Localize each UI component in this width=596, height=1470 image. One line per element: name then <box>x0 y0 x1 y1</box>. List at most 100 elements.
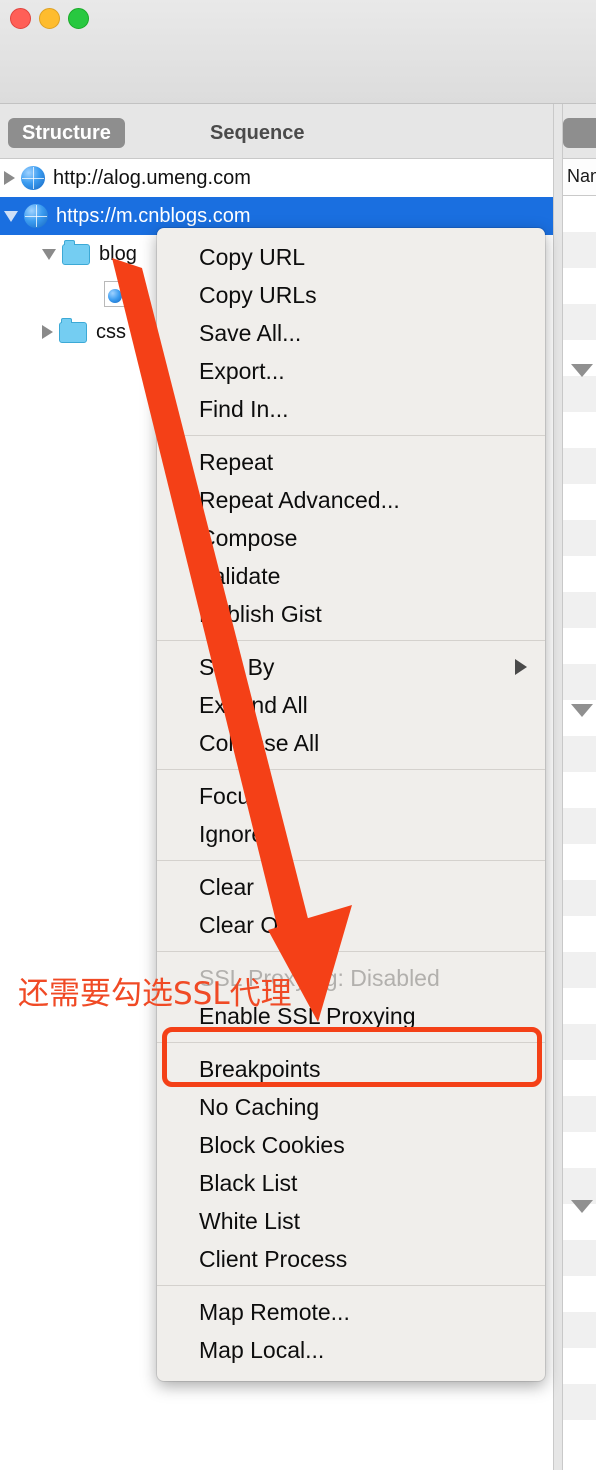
table-row[interactable] <box>563 196 596 232</box>
panel-splitter[interactable] <box>553 104 563 1470</box>
menu-separator <box>157 769 545 770</box>
menu-separator <box>157 435 545 436</box>
menu-item-focus[interactable]: Focus <box>157 777 545 815</box>
detail-list-panel: Nam <box>563 159 596 1470</box>
menu-item-block-cookies[interactable]: Block Cookies <box>157 1126 545 1164</box>
table-row[interactable] <box>563 1168 596 1204</box>
menu-item-ssl-proxying-status: SSL Proxying: Disabled <box>199 965 440 991</box>
menu-item-clear[interactable]: Clear <box>157 868 545 906</box>
menu-item-save-all[interactable]: Save All... <box>157 314 545 352</box>
menu-item-map-remote[interactable]: Map Remote... <box>157 1293 545 1331</box>
table-row[interactable] <box>563 268 596 304</box>
menu-item-client-process[interactable]: Client Process <box>157 1240 545 1278</box>
table-row[interactable] <box>563 1348 596 1384</box>
tab-bar: Structure Sequence <box>0 104 596 159</box>
column-header-name[interactable]: Nam <box>563 159 596 196</box>
menu-item-expand-all[interactable]: Expand All <box>157 686 545 724</box>
table-row[interactable] <box>563 448 596 484</box>
menu-separator <box>157 951 545 952</box>
table-row[interactable] <box>563 1132 596 1168</box>
menu-item-sort-by[interactable]: Sort By <box>157 648 545 686</box>
tree-row-alog[interactable]: http://alog.umeng.com <box>0 159 553 197</box>
menu-item-validate[interactable]: Validate <box>157 557 545 595</box>
table-row[interactable] <box>563 412 596 448</box>
menu-item-repeat[interactable]: Repeat <box>157 443 545 481</box>
chevron-right-icon <box>515 659 527 675</box>
document-icon <box>104 281 126 307</box>
menu-item-clear-others[interactable]: Clear Others <box>157 906 545 944</box>
menu-item-compose[interactable]: Compose <box>157 519 545 557</box>
folder-icon <box>59 317 87 343</box>
table-row[interactable] <box>563 1024 596 1060</box>
menu-item-label: Sort By <box>199 654 275 680</box>
menu-item-export[interactable]: Export... <box>157 352 545 390</box>
chevron-right-icon[interactable] <box>42 325 53 339</box>
table-row[interactable] <box>563 1384 596 1420</box>
table-row[interactable] <box>563 1240 596 1276</box>
menu-item-copy-urls[interactable]: Copy URLs <box>157 276 545 314</box>
table-row[interactable] <box>563 376 596 412</box>
app-window: Structure Sequence http://alog.umeng.com… <box>0 0 596 1470</box>
close-button[interactable] <box>10 8 31 29</box>
table-row[interactable] <box>563 304 596 340</box>
table-row[interactable] <box>563 232 596 268</box>
menu-item-map-local[interactable]: Map Local... <box>157 1331 545 1369</box>
detail-rows <box>563 196 596 1470</box>
menu-separator <box>157 1285 545 1286</box>
chevron-down-icon[interactable] <box>571 1200 593 1213</box>
tree-item-label: blog <box>99 242 137 265</box>
tree-item-label: http://alog.umeng.com <box>53 166 251 189</box>
table-row[interactable] <box>563 988 596 1024</box>
table-row[interactable] <box>563 1060 596 1096</box>
menu-separator <box>157 640 545 641</box>
chevron-down-icon[interactable] <box>571 364 593 377</box>
chevron-right-icon[interactable] <box>4 171 15 185</box>
globe-icon <box>24 204 48 228</box>
table-row[interactable] <box>563 628 596 664</box>
menu-separator <box>157 860 545 861</box>
menu-item-enable-ssl-proxying[interactable]: Enable SSL Proxying <box>157 997 545 1035</box>
menu-item-breakpoints[interactable]: Breakpoints <box>157 1050 545 1088</box>
globe-icon <box>21 166 45 190</box>
table-row[interactable] <box>563 484 596 520</box>
minimize-button[interactable] <box>39 8 60 29</box>
table-row[interactable] <box>563 952 596 988</box>
chevron-down-icon[interactable] <box>4 210 18 222</box>
zoom-button[interactable] <box>68 8 89 29</box>
chevron-down-icon[interactable] <box>42 248 56 260</box>
title-bar <box>0 0 596 104</box>
tree-item-label: https://m.cnblogs.com <box>56 204 251 227</box>
table-row[interactable] <box>563 1276 596 1312</box>
menu-item-ignore[interactable]: Ignore <box>157 815 545 853</box>
menu-item-no-caching[interactable]: No Caching <box>157 1088 545 1126</box>
menu-item-publish-gist[interactable]: Publish Gist <box>157 595 545 633</box>
table-row[interactable] <box>563 736 596 772</box>
table-row[interactable] <box>563 664 596 700</box>
table-row[interactable] <box>563 916 596 952</box>
menu-item-white-list[interactable]: White List <box>157 1202 545 1240</box>
table-row[interactable] <box>563 1096 596 1132</box>
window-controls <box>10 8 89 29</box>
right-panel-tab[interactable] <box>563 118 596 148</box>
menu-item-repeat-advanced[interactable]: Repeat Advanced... <box>157 481 545 519</box>
menu-item-collapse-all[interactable]: Collapse All <box>157 724 545 762</box>
menu-separator <box>157 1042 545 1043</box>
table-row[interactable] <box>563 1420 596 1456</box>
chevron-down-icon[interactable] <box>571 704 593 717</box>
menu-item-find-in[interactable]: Find In... <box>157 390 545 428</box>
table-row[interactable] <box>563 844 596 880</box>
tree-item-label: css <box>96 320 126 343</box>
folder-icon <box>62 239 90 265</box>
table-row[interactable] <box>563 772 596 808</box>
table-row[interactable] <box>563 520 596 556</box>
menu-item-copy-url[interactable]: Copy URL <box>157 238 545 276</box>
table-row[interactable] <box>563 808 596 844</box>
tab-sequence[interactable]: Sequence <box>196 118 318 148</box>
context-menu: Copy URL Copy URLs Save All... Export...… <box>157 228 545 1381</box>
tab-structure[interactable]: Structure <box>8 118 125 148</box>
table-row[interactable] <box>563 1312 596 1348</box>
table-row[interactable] <box>563 592 596 628</box>
menu-item-black-list[interactable]: Black List <box>157 1164 545 1202</box>
table-row[interactable] <box>563 880 596 916</box>
table-row[interactable] <box>563 556 596 592</box>
